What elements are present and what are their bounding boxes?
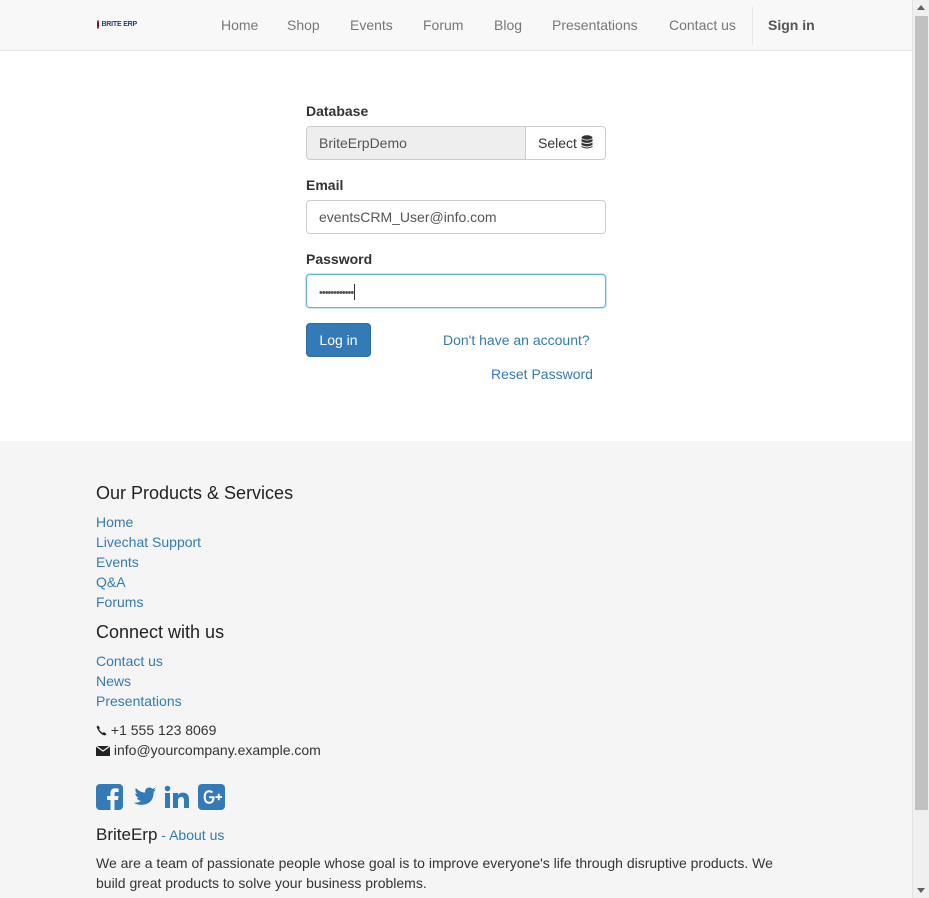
nav-forum[interactable]: Forum (423, 0, 463, 50)
nav-divider (752, 7, 753, 45)
phone-number: +1 555 123 8069 (110, 722, 217, 738)
phone-line: +1 555 123 8069 (96, 722, 216, 738)
scroll-up-arrow-icon[interactable] (917, 5, 925, 10)
footer-link-presentations[interactable]: Presentations (96, 691, 182, 711)
twitter-icon[interactable] (130, 784, 157, 810)
phone-icon (96, 722, 111, 738)
password-input[interactable]: •••••••••••• (306, 274, 606, 308)
scroll-down-arrow-icon[interactable] (917, 888, 925, 893)
password-label: Password (306, 251, 373, 267)
signup-link[interactable]: Don't have an account? (443, 332, 590, 348)
text-cursor (354, 284, 356, 301)
about-us-link[interactable]: About us (169, 827, 224, 843)
nav-sign-in[interactable]: Sign in (768, 0, 815, 50)
facebook-icon[interactable] (96, 784, 123, 810)
database-label: Database (306, 103, 369, 119)
linkedin-icon[interactable] (164, 784, 191, 810)
select-button-label: Select (538, 135, 577, 151)
about-separator: - (157, 827, 170, 843)
logo-text: BRITE ERP (101, 21, 137, 28)
logo-mark-icon (97, 20, 100, 29)
nav-contact-us[interactable]: Contact us (669, 0, 736, 50)
email-label: Email (306, 177, 344, 193)
footer-link-news[interactable]: News (96, 671, 131, 691)
contact-email: info@yourcompany.example.com (113, 742, 321, 758)
products-heading: Our Products & Services (96, 483, 294, 503)
social-links (96, 784, 225, 810)
login-button[interactable]: Log in (306, 323, 371, 357)
envelope-icon (95, 742, 114, 758)
footer-link-forums[interactable]: Forums (96, 592, 143, 612)
footer-link-livechat[interactable]: Livechat Support (96, 532, 201, 552)
reset-password-link[interactable]: Reset Password (491, 366, 593, 382)
nav-shop[interactable]: Shop (287, 0, 320, 50)
nav-events[interactable]: Events (350, 0, 393, 50)
brand-logo[interactable]: BRITE ERP (97, 19, 137, 30)
database-icon (581, 134, 593, 152)
nav-home[interactable]: Home (221, 0, 258, 50)
select-database-button[interactable]: Select (525, 126, 606, 160)
footer-link-home[interactable]: Home (96, 512, 133, 532)
email-line: info@yourcompany.example.com (95, 742, 321, 758)
company-line: BriteErp - About us (96, 825, 224, 845)
footer-link-events[interactable]: Events (96, 552, 139, 572)
scroll-thumb[interactable] (915, 16, 928, 810)
google-plus-icon[interactable] (198, 784, 225, 810)
footer-link-contact-us[interactable]: Contact us (96, 651, 163, 671)
password-value: •••••••••••• (319, 287, 354, 299)
nav-blog[interactable]: Blog (494, 0, 522, 50)
footer-link-qa[interactable]: Q&A (96, 572, 126, 592)
description-line-1: We are a team of passionate people whose… (96, 855, 773, 871)
company-name: BriteErp (96, 825, 158, 844)
vertical-scrollbar[interactable] (912, 0, 929, 898)
nav-presentations[interactable]: Presentations (552, 0, 638, 50)
description-line-2: build great products to solve your busin… (96, 875, 427, 891)
connect-heading: Connect with us (96, 622, 225, 642)
database-field: BriteErpDemo (306, 126, 526, 160)
email-input[interactable]: eventsCRM_User@info.com (306, 200, 606, 234)
